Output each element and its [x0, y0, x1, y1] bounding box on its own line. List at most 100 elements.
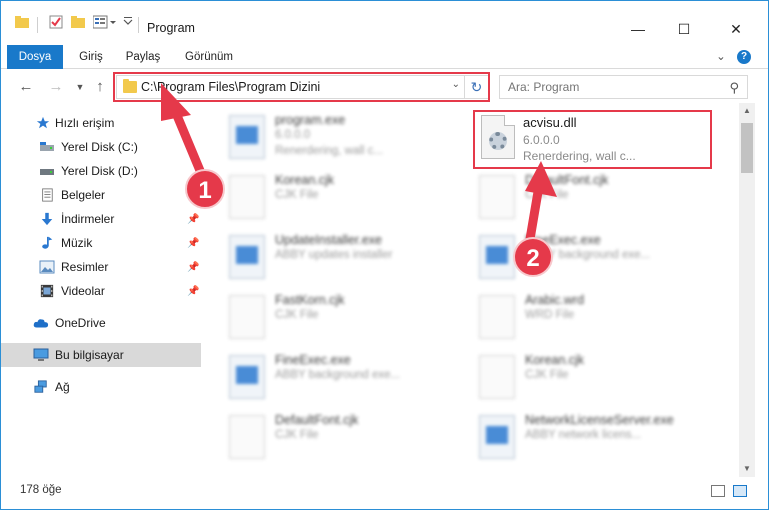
- file-desc: Renerdering, wall c...: [275, 145, 384, 157]
- list-item[interactable]: DefaultFont.cjk CJK File: [217, 409, 457, 465]
- close-button[interactable]: ✕: [713, 15, 759, 43]
- exe-file-icon: [479, 235, 515, 279]
- title-bar: Program — ☐ ✕: [1, 1, 768, 45]
- file-name: Korean.cjk: [275, 173, 335, 187]
- list-item[interactable]: FineExec.exe ABBY background exe...: [467, 229, 707, 285]
- tab-dosya[interactable]: Dosya: [7, 45, 63, 69]
- help-button[interactable]: ?: [737, 50, 751, 64]
- sidebar-item-documents[interactable]: Belgeler: [1, 183, 201, 207]
- documents-icon: [42, 188, 53, 202]
- tab-gorunum[interactable]: Görünüm: [177, 45, 241, 69]
- file-name: UpdateInstaller.exe: [275, 233, 383, 247]
- explorer-window: Program — ☐ ✕ Dosya Giriş Paylaş Görünüm…: [0, 0, 769, 510]
- sidebar-item-label: Belgeler: [61, 188, 106, 202]
- star-icon: [36, 116, 50, 129]
- drive-icon: [40, 142, 54, 151]
- ribbon-expand-button[interactable]: ⌄: [713, 45, 729, 69]
- sidebar-item-network[interactable]: Ağ: [1, 375, 201, 399]
- chevron-down-icon: ▼: [75, 82, 85, 92]
- item-count: 178 öğe: [20, 484, 62, 496]
- file-icon: [479, 175, 515, 219]
- sidebar-item-quick-access[interactable]: Hızlı erişim: [1, 111, 201, 135]
- sidebar-item-label: İndirmeler: [61, 212, 115, 226]
- sidebar-item-pictures[interactable]: Resimler 📌: [1, 255, 201, 279]
- checkmark-icon: [49, 15, 63, 29]
- list-item[interactable]: FastKorn.cjk CJK File: [217, 289, 457, 345]
- large-icons-view-icon[interactable]: [733, 485, 747, 497]
- drive-icon: [40, 169, 54, 175]
- file-icon: [479, 295, 515, 339]
- new-folder-icon: [71, 16, 85, 28]
- file-icon: [229, 175, 265, 219]
- search-input[interactable]: [508, 79, 718, 95]
- minimize-button[interactable]: —: [615, 15, 661, 43]
- video-icon: [40, 284, 54, 298]
- sidebar-item-local-disk-d[interactable]: Yerel Disk (D:): [1, 159, 201, 183]
- arrow-up-icon: ↑: [96, 78, 104, 95]
- tab-giris[interactable]: Giriş: [71, 45, 111, 69]
- chevron-down-icon[interactable]: [123, 15, 133, 25]
- file-name: DefaultFont.cjk: [525, 173, 609, 187]
- ribbon-tabs: Dosya Giriş Paylaş Görünüm ⌄ ?: [1, 45, 768, 69]
- pin-icon[interactable]: 📌: [187, 286, 199, 297]
- status-bar: 178 öğe: [1, 481, 768, 509]
- new-folder-button[interactable]: [71, 15, 85, 28]
- file-type: WRD File: [525, 309, 575, 321]
- file-type: CJK File: [525, 189, 569, 201]
- sidebar-item-onedrive[interactable]: OneDrive: [1, 311, 201, 335]
- step-1-badge: 1: [185, 169, 225, 209]
- list-item[interactable]: Korean.cjk CJK File: [467, 349, 707, 405]
- download-icon: [41, 212, 53, 226]
- recent-locations-button[interactable]: ▼: [71, 77, 89, 97]
- search-box[interactable]: ⚲: [499, 75, 748, 99]
- pin-icon[interactable]: 📌: [187, 262, 199, 273]
- file-type: ABBY network licens...: [525, 429, 642, 441]
- cloud-icon: [33, 319, 49, 328]
- scroll-thumb[interactable]: [741, 123, 753, 173]
- file-type: ABBY background exe...: [275, 369, 401, 381]
- arrow-left-icon: ←: [18, 78, 34, 95]
- list-item[interactable]: NetworkLicenseServer.exe ABBY network li…: [467, 409, 707, 465]
- pin-icon[interactable]: 📌: [187, 238, 199, 249]
- exe-file-icon: [229, 235, 265, 279]
- scroll-down-icon[interactable]: ▼: [739, 461, 755, 477]
- target-highlight-box: [473, 110, 712, 169]
- sidebar-item-label: Hızlı erişim: [55, 116, 115, 130]
- list-item[interactable]: DefaultFont.cjk CJK File: [467, 169, 707, 225]
- list-item[interactable]: UpdateInstaller.exe ABBY updates install…: [217, 229, 457, 285]
- forward-button[interactable]: →: [47, 77, 65, 97]
- file-name: program.exe: [275, 113, 346, 127]
- properties-button[interactable]: [49, 15, 63, 29]
- sidebar-item-local-disk-c[interactable]: Yerel Disk (C:): [1, 135, 201, 159]
- file-icon: [479, 355, 515, 399]
- step-2-badge: 2: [513, 237, 553, 277]
- file-name: DefaultFont.cjk: [275, 413, 359, 427]
- sidebar-item-label: Videolar: [61, 284, 105, 298]
- network-icon: [34, 380, 47, 393]
- file-type: CJK File: [275, 309, 319, 321]
- file-type: CJK File: [275, 429, 319, 441]
- list-item[interactable]: Korean.cjk CJK File: [217, 169, 457, 225]
- tab-paylas[interactable]: Paylaş: [119, 45, 167, 69]
- customize-toolbar-button[interactable]: [93, 15, 117, 29]
- navigation-pane: Hızlı erişim Yerel Disk (C:) Yerel Disk …: [1, 109, 201, 469]
- sidebar-item-label: Yerel Disk (C:): [61, 140, 138, 154]
- file-icon: [229, 415, 265, 459]
- list-item[interactable]: program.exe 6.0.0.0 Renerdering, wall c.…: [217, 109, 457, 165]
- back-button[interactable]: ←: [17, 77, 35, 97]
- maximize-button[interactable]: ☐: [661, 15, 707, 43]
- sidebar-item-this-pc[interactable]: Bu bilgisayar: [1, 343, 201, 367]
- search-icon[interactable]: ⚲: [729, 80, 739, 96]
- details-view-icon[interactable]: [711, 485, 725, 497]
- pin-icon[interactable]: 📌: [187, 214, 199, 225]
- list-item[interactable]: Arabic.wrd WRD File: [467, 289, 707, 345]
- sidebar-item-videos[interactable]: Videolar 📌: [1, 279, 201, 303]
- exe-file-icon: [479, 415, 515, 459]
- sidebar-item-music[interactable]: Müzik 📌: [1, 231, 201, 255]
- scroll-up-icon[interactable]: ▲: [739, 103, 755, 119]
- vertical-scrollbar[interactable]: ▲ ▼: [739, 103, 755, 477]
- sidebar-item-downloads[interactable]: İndirmeler 📌: [1, 207, 201, 231]
- up-button[interactable]: ↑: [91, 77, 109, 97]
- list-item[interactable]: FineExec.exe ABBY background exe...: [217, 349, 457, 405]
- navigation-bar: ← → ▼ ↑ C:\Program Files\Program Dizini …: [1, 71, 768, 103]
